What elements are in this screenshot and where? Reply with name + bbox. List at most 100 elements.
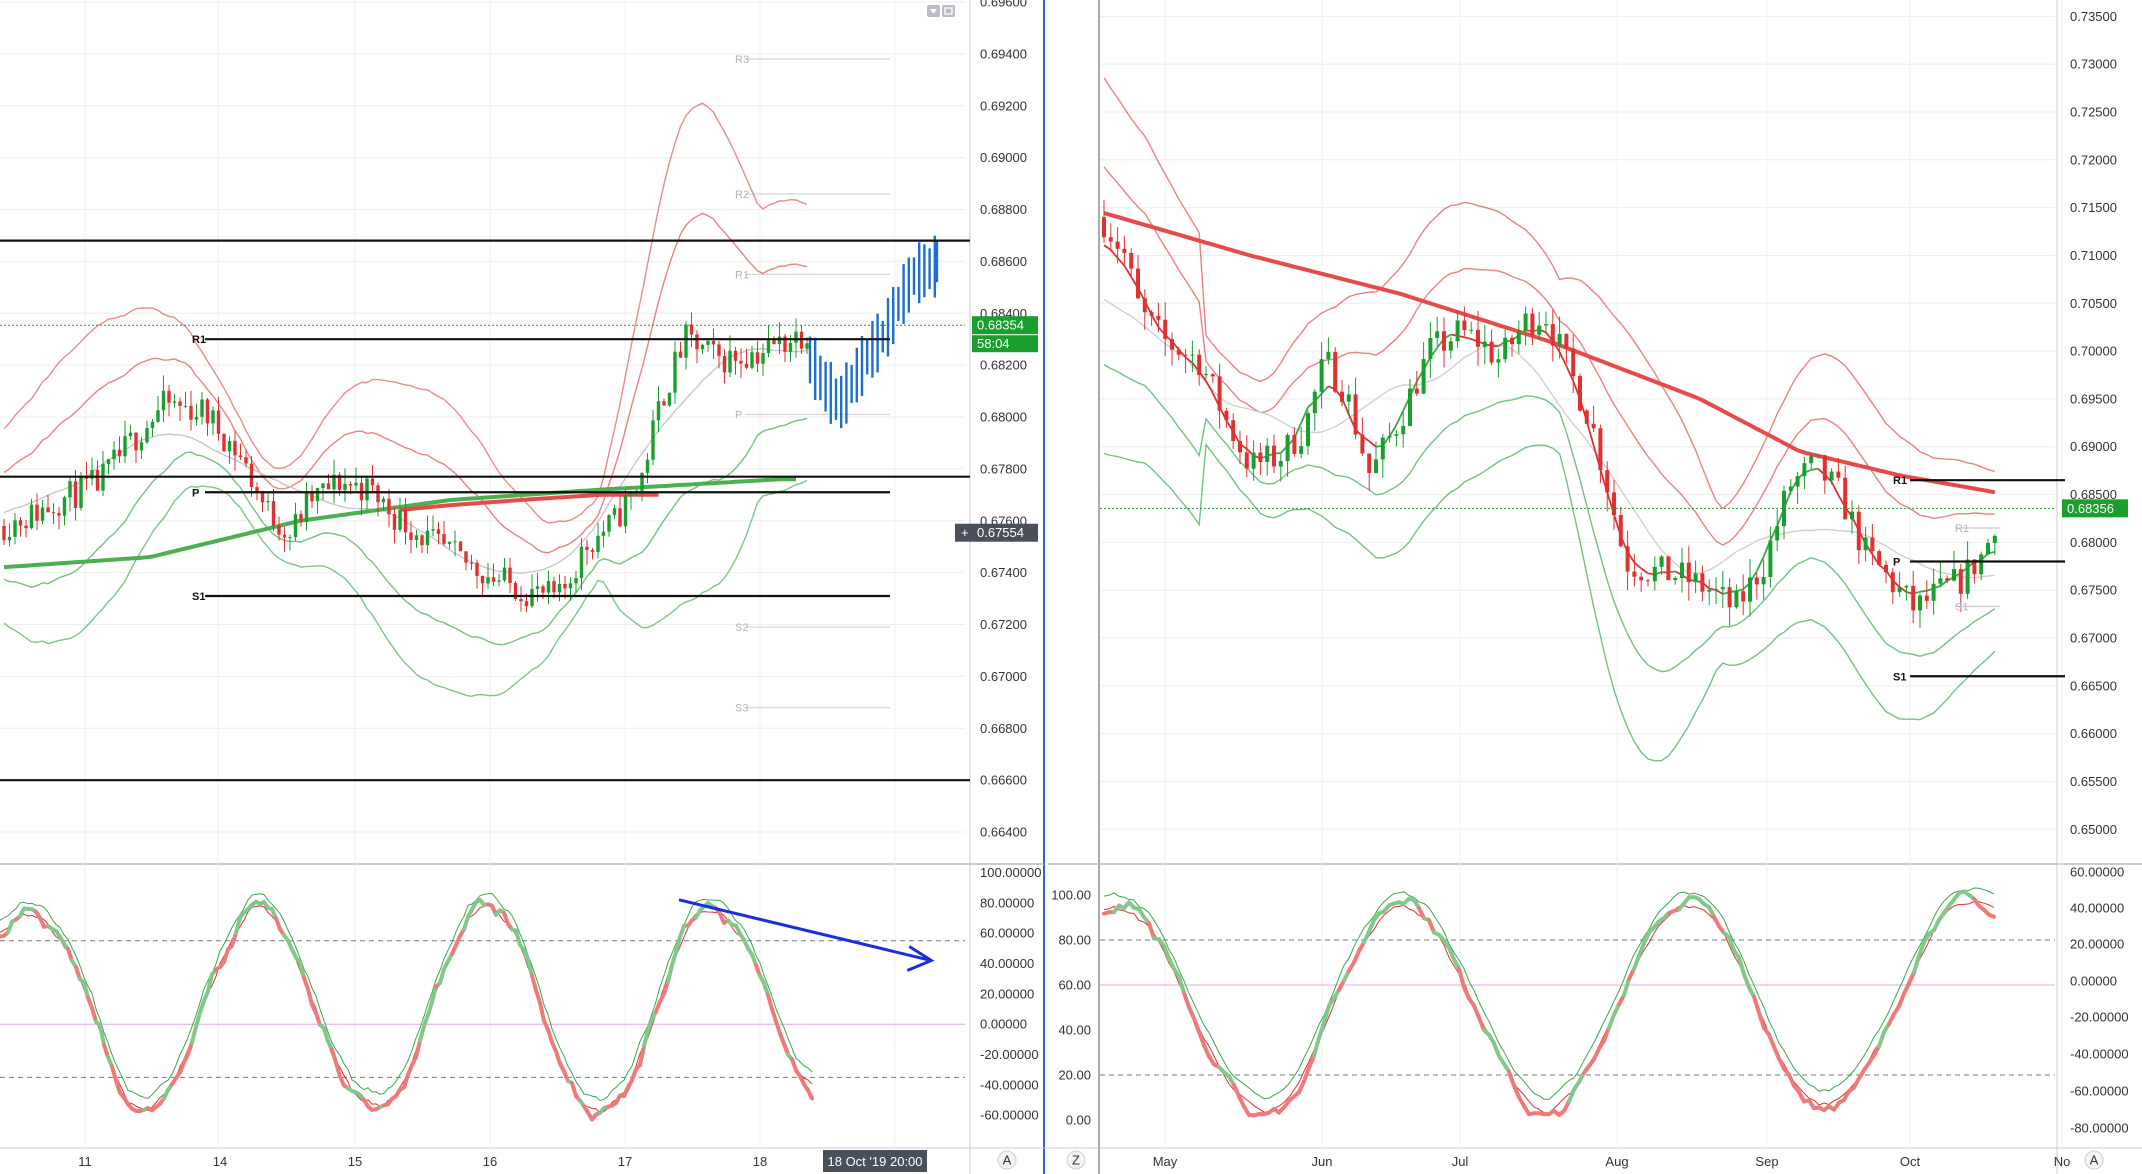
- candle-body: [623, 495, 628, 527]
- candle-body: [1863, 537, 1868, 551]
- candle-body: [1748, 577, 1752, 602]
- candle-body: [645, 459, 650, 473]
- candle-body: [502, 567, 507, 581]
- auto-scale-button-left[interactable]: A: [997, 1150, 1017, 1170]
- candle-body: [1965, 559, 1970, 594]
- candle-body: [1775, 526, 1780, 541]
- candle-body: [678, 351, 683, 358]
- candle-body: [684, 324, 688, 358]
- candle-body: [590, 550, 595, 552]
- candle-body: [750, 352, 754, 368]
- time-tick-label: Jul: [1452, 1154, 1469, 1169]
- oscillator-right-tick-label: -40.00000: [2070, 1047, 2129, 1062]
- candle-body: [1931, 583, 1936, 601]
- candle-body: [1605, 470, 1610, 493]
- oscillator-left-tick-label: 80.00: [1058, 933, 1091, 948]
- candle-body: [1238, 440, 1242, 453]
- candle-body: [1659, 556, 1664, 567]
- pivot-label: S3: [735, 703, 748, 715]
- candle-body: [1210, 374, 1215, 377]
- candle-body: [161, 390, 166, 411]
- candle-body: [1578, 376, 1582, 411]
- price-tick-label: 0.68600: [980, 254, 1027, 269]
- candle-body: [1312, 391, 1317, 414]
- candle-body: [1448, 341, 1453, 351]
- candle-body: [1809, 456, 1814, 464]
- auto-scale-label: A: [1003, 1153, 1012, 1168]
- candle-body: [293, 514, 298, 538]
- candle-body: [656, 401, 661, 421]
- fast-moving-average: [1811, 467, 1819, 471]
- candle-body: [106, 459, 111, 464]
- candle-body: [1299, 446, 1304, 454]
- price-tick-label: 0.66400: [980, 825, 1027, 840]
- candle-body: [1374, 459, 1378, 474]
- zoom-button[interactable]: Z: [1066, 1150, 1086, 1170]
- oscillator-tick-label: 80.00000: [980, 895, 1034, 910]
- candle-body: [1714, 589, 1718, 591]
- oscillator-tick-label: 0.00000: [980, 1017, 1027, 1032]
- candle-body: [392, 514, 397, 530]
- candle-body: [249, 463, 254, 488]
- candle-body: [123, 436, 127, 457]
- candle-body: [1442, 331, 1446, 351]
- candle-body: [321, 483, 325, 488]
- candle-body: [365, 478, 369, 501]
- candle-body: [128, 432, 133, 437]
- candle-body: [508, 567, 512, 583]
- candle-body: [1958, 569, 1963, 594]
- candle-body: [1231, 420, 1236, 441]
- crosshair-plus-icon: +: [961, 525, 969, 540]
- candle-body: [607, 515, 611, 532]
- candle-body: [744, 363, 749, 368]
- price-tick-label: 0.73000: [2070, 57, 2117, 72]
- candle-body: [266, 501, 270, 503]
- candle-body: [145, 427, 149, 443]
- candle-body: [62, 497, 67, 516]
- candle-body: [1387, 435, 1392, 438]
- candle-body: [414, 535, 419, 541]
- candle-body: [1598, 428, 1603, 471]
- oscillator-right-tick-label: -60.00000: [2070, 1084, 2129, 1099]
- time-tick-label: 14: [213, 1154, 227, 1169]
- candle-body: [1856, 511, 1861, 551]
- time-tick-label: Sep: [1755, 1154, 1778, 1169]
- candle-body: [546, 581, 551, 593]
- candle-body: [205, 399, 210, 424]
- oscillator-right-tick-label: 20.00000: [2070, 937, 2124, 952]
- price-tick-label: 0.72000: [2070, 152, 2117, 167]
- price-tick-label: 0.70500: [2070, 296, 2117, 311]
- candle-body: [1816, 455, 1820, 457]
- candle-body: [761, 353, 765, 364]
- candle-body: [431, 529, 435, 531]
- current-price-label: 0.68356: [2067, 501, 2114, 516]
- candle-body: [420, 535, 424, 546]
- price-tick-label: 0.69200: [980, 98, 1027, 113]
- candle-body: [1340, 391, 1344, 402]
- price-tick-label: 0.69500: [2070, 391, 2117, 406]
- candle-body: [1115, 241, 1120, 249]
- candle-body: [233, 440, 237, 456]
- candle-body: [1707, 589, 1712, 592]
- candle-body: [1741, 591, 1746, 602]
- fast-moving-average: [1919, 589, 1927, 593]
- candle-body: [172, 401, 177, 403]
- candle-body: [1129, 253, 1134, 269]
- maximize-pane-button[interactable]: [942, 5, 955, 17]
- candle-body: [1680, 562, 1684, 578]
- candle-body: [1952, 569, 1956, 581]
- oscillator-left-tick-label: 40.00: [1058, 1023, 1091, 1038]
- candle-body: [1503, 337, 1508, 360]
- auto-scale-button-right[interactable]: A: [2084, 1150, 2104, 1170]
- level-label: R1: [1893, 475, 1907, 487]
- candle-body: [288, 537, 292, 539]
- candle-body: [1435, 331, 1440, 339]
- candle-body: [216, 410, 221, 434]
- price-tick-label: 0.68800: [980, 202, 1027, 217]
- candle-body: [343, 483, 347, 491]
- candle-body: [95, 469, 100, 491]
- candle-body: [733, 350, 738, 361]
- candle-body: [29, 504, 34, 529]
- candle-body: [1414, 388, 1419, 394]
- candle-body: [117, 449, 122, 457]
